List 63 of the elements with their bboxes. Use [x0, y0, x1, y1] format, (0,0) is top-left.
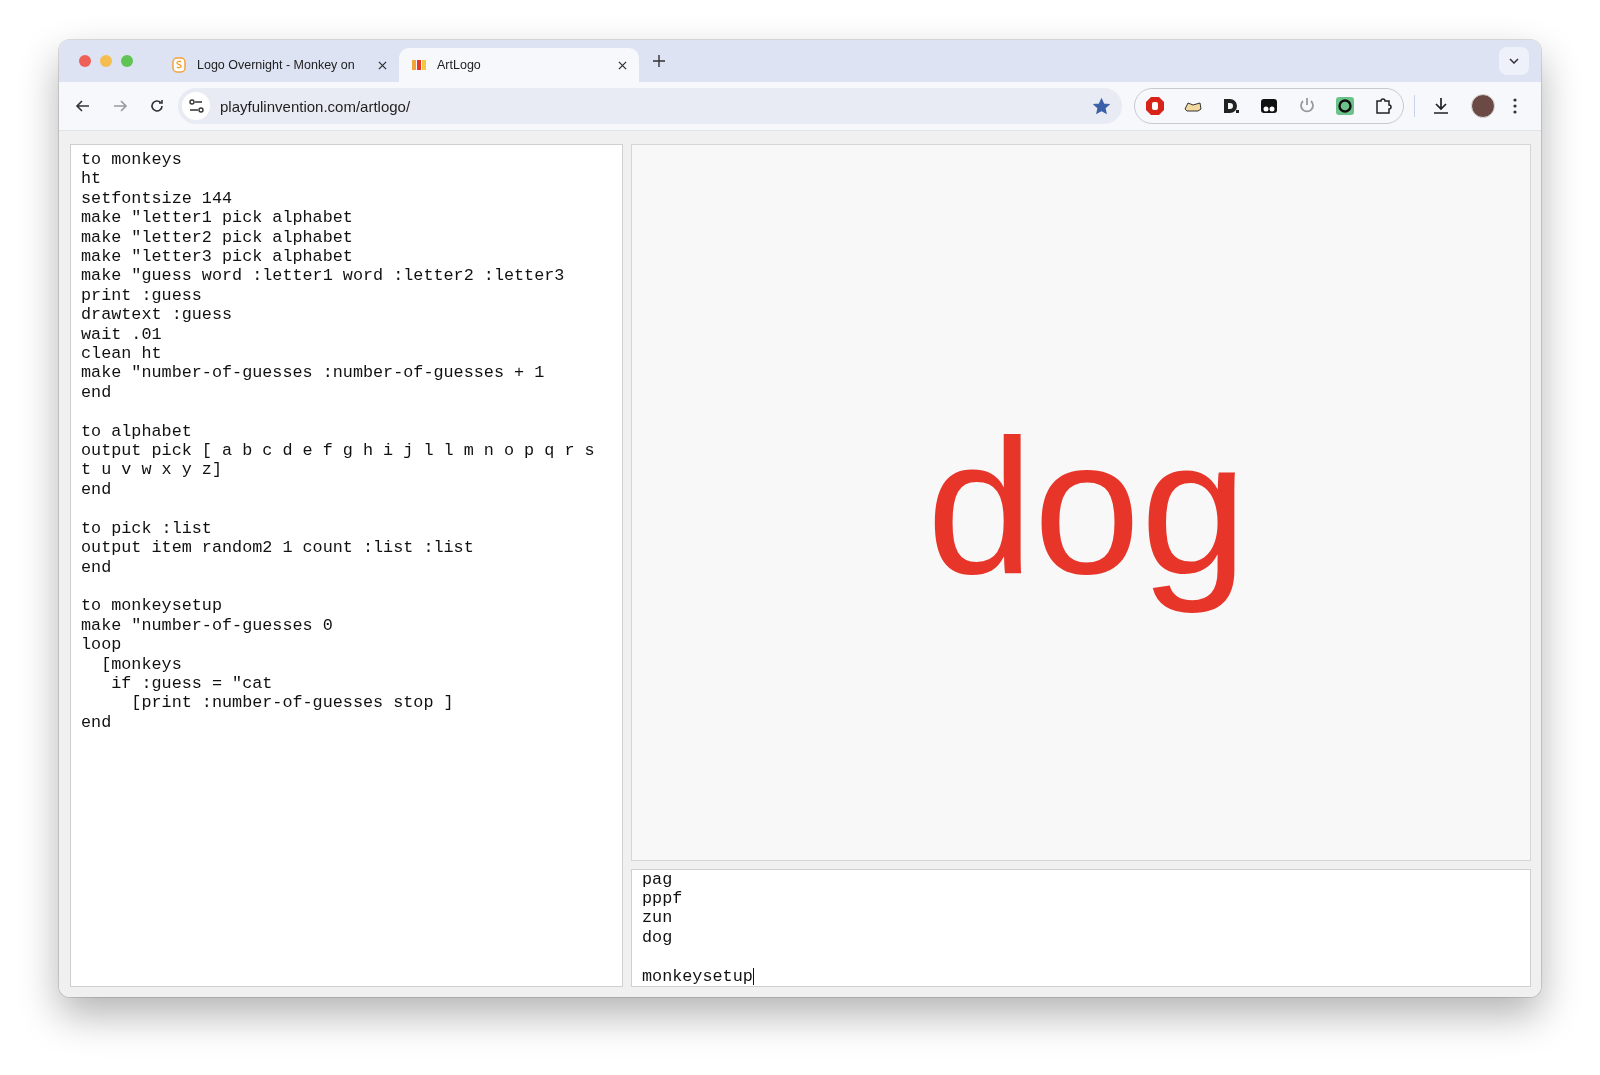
code-line: to monkeys [81, 150, 183, 170]
console-output-line: zun [642, 908, 674, 928]
code-editor[interactable] [70, 144, 623, 987]
canvas-text: dog [926, 398, 1248, 617]
code-line: [monkeys [100, 654, 183, 674]
code-line: print :guess [81, 285, 203, 306]
filled-star-icon[interactable] [1093, 97, 1110, 115]
chevron-down-icon [1509, 58, 1519, 64]
code-line: make "letter3 pick alphabet [81, 247, 354, 267]
code-line: drawtext :guess [81, 305, 234, 325]
spectacles-icon[interactable] [1259, 96, 1279, 116]
more-options-icon[interactable] [1513, 98, 1517, 114]
profile-avatar[interactable] [1471, 94, 1495, 118]
site-settings-icon[interactable] [182, 92, 210, 120]
ring-icon[interactable] [1335, 96, 1355, 116]
code-line: setfontsize 144 [81, 188, 234, 209]
hand-stop-icon[interactable] [1145, 96, 1165, 116]
console-output-line: dog [642, 927, 674, 948]
code-line: loop [81, 635, 123, 655]
letter-d-icon[interactable] [1221, 96, 1241, 116]
code-line: if :guess = "cat [110, 673, 274, 694]
code-line: end [81, 382, 113, 403]
code-line: make "letter2 pick alphabet [81, 227, 354, 248]
reload-icon[interactable] [149, 98, 165, 114]
code-line: ht [81, 169, 103, 189]
browser-tab[interactable]: ArtLogo [399, 48, 639, 82]
tab-search-button[interactable] [1499, 47, 1529, 75]
download-icon[interactable] [1431, 96, 1451, 116]
tab-title: ArtLogo [437, 58, 482, 72]
code-line: end [81, 712, 113, 733]
code-line: output item random2 1 count :list :list [81, 538, 475, 558]
browser-tab[interactable]: Logo Overnight - Monkey on [159, 48, 399, 82]
code-line: to monkeysetup [81, 596, 223, 616]
code-line: to alphabet [81, 421, 193, 442]
back-arrow-icon[interactable] [75, 98, 91, 114]
code-line: clean ht [81, 344, 163, 364]
console-command: monkeysetup [642, 966, 753, 986]
code-line: end [81, 479, 113, 500]
code-line: to pick :list [81, 518, 213, 539]
new-tab-icon[interactable] [653, 55, 665, 67]
code-line: make "letter1 pick alphabet [81, 208, 354, 228]
close-icon[interactable] [618, 60, 627, 70]
tab-title: Logo Overnight - Monkey on [197, 58, 356, 72]
close-icon[interactable] [378, 60, 387, 70]
text-cursor [752, 967, 754, 985]
code-line: output pick [ a b c d e f g h i j l l m n o p q r s [81, 441, 596, 461]
forward-arrow-icon[interactable] [112, 98, 128, 114]
console-output-line: pppf [642, 889, 684, 909]
code-line: make "number-of-guesses 0 [81, 615, 334, 636]
url-text: playfulinvention.com/artlogo/ [220, 97, 411, 115]
close-window-button[interactable] [79, 55, 91, 67]
code-line: t u v w x y z] [81, 460, 223, 480]
code-line: wait .01 [81, 324, 163, 345]
console-output-line: pag [642, 869, 674, 889]
blocks-logo-icon [411, 57, 427, 73]
s-logo-icon [171, 57, 187, 73]
code-line: make "number-of-guesses :number-of-guesses + 1 [81, 363, 546, 383]
code-line: [print :number-of-guesses stop ] [130, 693, 455, 713]
code-line: end [81, 557, 113, 577]
address-bar[interactable]: playfulinvention.com/artlogo/ [178, 88, 1122, 124]
puzzle-piece-icon[interactable] [1373, 96, 1393, 116]
command-console[interactable]: pag pppf zun dog monkeysetup [631, 868, 1531, 987]
code-line: make "guess word :letter1 word :letter2 :letter3 [81, 266, 566, 286]
